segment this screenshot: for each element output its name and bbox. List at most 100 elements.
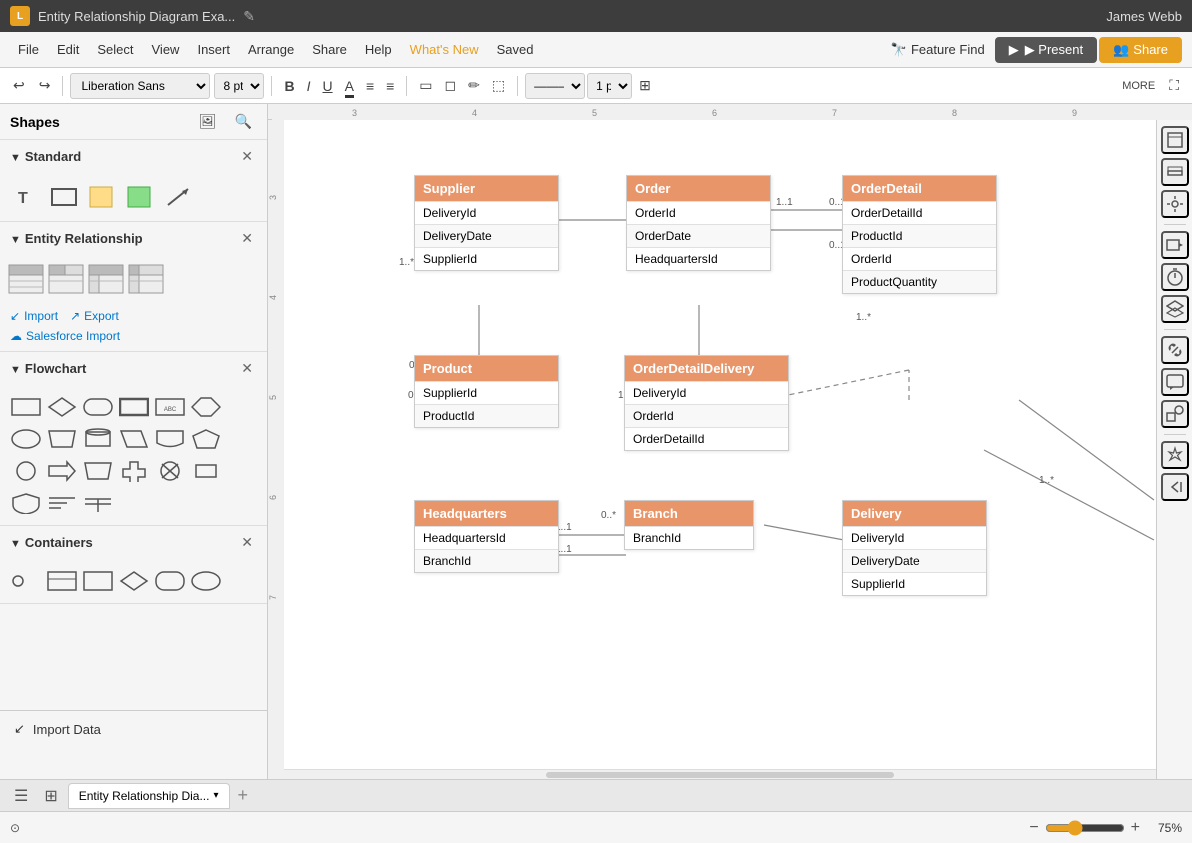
zoom-in-button[interactable]: + (1131, 819, 1140, 837)
fc-small-rect[interactable] (190, 457, 222, 485)
connection-button[interactable]: ⊞ (634, 74, 656, 97)
fc-lines1[interactable] (46, 489, 78, 517)
cont-rect[interactable] (82, 567, 114, 595)
er-shape-2[interactable] (50, 263, 82, 295)
fc-lines2[interactable] (82, 489, 114, 517)
fc-cross[interactable] (118, 457, 150, 485)
product-entity[interactable]: Product SupplierId ProductId (414, 355, 559, 428)
undo-button[interactable]: ↩ (8, 74, 30, 97)
fc-shield[interactable] (10, 489, 42, 517)
canvas-scrollbar[interactable] (284, 769, 1156, 779)
rp-pages-button[interactable] (1161, 126, 1189, 154)
more-button[interactable]: MORE (1117, 77, 1160, 95)
fc-x-shape[interactable] (154, 457, 186, 485)
rp-comment-button[interactable] (1161, 368, 1189, 396)
fc-labeled-rect[interactable]: ABC (154, 393, 186, 421)
salesforce-button[interactable]: ☁ Salesforce Import (10, 329, 120, 343)
rp-collapse-button[interactable] (1161, 473, 1189, 501)
er-section-header[interactable]: ▼Entity Relationship ✕ (0, 222, 267, 255)
flowchart-section-close[interactable]: ✕ (237, 360, 257, 377)
present-button[interactable]: ▶ ▶ Present (995, 37, 1097, 63)
menu-share[interactable]: Share (304, 38, 355, 61)
diagram-surface[interactable]: 1..1 0..1 0..1 1..* 0..* 1..* 1..* 1..1 (284, 120, 1156, 779)
containers-section-close[interactable]: ✕ (237, 534, 257, 551)
fc-trapezoid[interactable] (46, 425, 78, 453)
cont-pill[interactable] (10, 567, 42, 595)
orderdetail-entity[interactable]: OrderDetail OrderDetailId ProductId Orde… (842, 175, 997, 294)
fill-color-button[interactable]: ◻ (440, 74, 462, 97)
text-align-button[interactable]: ≡ (381, 75, 399, 97)
fc-parallelogram[interactable] (118, 425, 150, 453)
canvas-area[interactable]: 3 4 5 6 7 (268, 120, 1156, 779)
fill-button[interactable]: ▭ (414, 74, 437, 97)
rp-video-button[interactable] (1161, 231, 1189, 259)
fc-inv-trapezoid[interactable] (82, 457, 114, 485)
edit-title-icon[interactable]: ✎ (243, 8, 255, 25)
import-button[interactable]: ↙ Import (10, 309, 58, 323)
bold-button[interactable]: B (279, 75, 299, 97)
tab-list-view-button[interactable]: ☰ (8, 784, 34, 808)
fc-oval[interactable] (10, 425, 42, 453)
menu-help[interactable]: Help (357, 38, 400, 61)
fc-diamond[interactable] (46, 393, 78, 421)
rp-format-button[interactable] (1161, 190, 1189, 218)
er-section-close[interactable]: ✕ (237, 230, 257, 247)
er-shape-4[interactable] (130, 263, 162, 295)
stroke-width-select[interactable]: 1 px 2 px 3 px (587, 73, 632, 99)
underline-button[interactable]: U (317, 75, 337, 97)
scrollbar-thumb[interactable] (546, 772, 895, 778)
menu-select[interactable]: Select (89, 38, 141, 61)
redo-button[interactable]: ↪ (34, 74, 56, 97)
rp-layers2-button[interactable] (1161, 295, 1189, 323)
font-family-select[interactable]: Liberation Sans (70, 73, 210, 99)
fc-arrow-right[interactable] (46, 457, 78, 485)
export-button[interactable]: ↗ Export (70, 309, 119, 323)
rp-magic-button[interactable] (1161, 441, 1189, 469)
diagram-tab-main[interactable]: Entity Relationship Dia... ▾ (68, 783, 230, 809)
fc-doc[interactable] (154, 425, 186, 453)
font-color-button[interactable]: A (340, 75, 359, 97)
fc-border-rect[interactable] (118, 393, 150, 421)
menu-saved[interactable]: Saved (489, 38, 542, 61)
cont-rounded[interactable] (154, 567, 186, 595)
rect-shape[interactable] (48, 181, 80, 213)
menu-whats-new[interactable]: What's New (402, 38, 487, 61)
flowchart-section-header[interactable]: ▼Flowchart ✕ (0, 352, 267, 385)
cont-swimlane[interactable] (46, 567, 78, 595)
standard-section-close[interactable]: ✕ (237, 148, 257, 165)
fc-rect[interactable] (10, 393, 42, 421)
line-style-select[interactable]: ——— - - - (525, 73, 585, 99)
order-entity[interactable]: Order OrderId OrderDate HeadquartersId (626, 175, 771, 271)
zoom-out-button[interactable]: − (1029, 819, 1038, 837)
fc-rounded[interactable] (82, 393, 114, 421)
branch-entity[interactable]: Branch BranchId (624, 500, 754, 550)
sticky-shape[interactable] (86, 181, 118, 213)
menu-arrange[interactable]: Arrange (240, 38, 302, 61)
er-shape-1[interactable] (10, 263, 42, 295)
tab-grid-view-button[interactable]: ⊞ (38, 784, 63, 808)
cont-diamond[interactable] (118, 567, 150, 595)
fc-circle[interactable] (10, 457, 42, 485)
delivery-entity[interactable]: Delivery DeliveryId DeliveryDate Supplie… (842, 500, 987, 596)
rp-timer-button[interactable] (1161, 263, 1189, 291)
share-button[interactable]: 👥 Share (1099, 37, 1182, 63)
arrow-shape[interactable] (162, 181, 194, 213)
stroke-color-button[interactable]: ✏ (463, 74, 485, 97)
er-shape-3[interactable] (90, 263, 122, 295)
standard-section-header[interactable]: ▼Standard ✕ (0, 140, 267, 173)
fc-pentagon[interactable] (190, 425, 222, 453)
rp-layers-button[interactable] (1161, 158, 1189, 186)
add-page-button[interactable]: + (234, 785, 253, 806)
import-data-button[interactable]: ↙ Import Data (0, 710, 267, 747)
italic-button[interactable]: I (302, 75, 316, 97)
zoom-slider[interactable] (1045, 820, 1125, 836)
supplier-entity[interactable]: Supplier DeliveryId DeliveryDate Supplie… (414, 175, 559, 271)
orderdetaildelivery-entity[interactable]: OrderDetailDelivery DeliveryId OrderId O… (624, 355, 789, 451)
align-button[interactable]: ≡ (361, 75, 379, 97)
menu-view[interactable]: View (144, 38, 188, 61)
rp-shapes2-button[interactable] (1161, 400, 1189, 428)
containers-section-header[interactable]: ▼Containers ✕ (0, 526, 267, 559)
shapes-image-button[interactable]: 🖼 (194, 110, 222, 133)
feature-find[interactable]: 🔭 Feature Find (883, 38, 993, 62)
text-shape[interactable]: T (10, 181, 42, 213)
